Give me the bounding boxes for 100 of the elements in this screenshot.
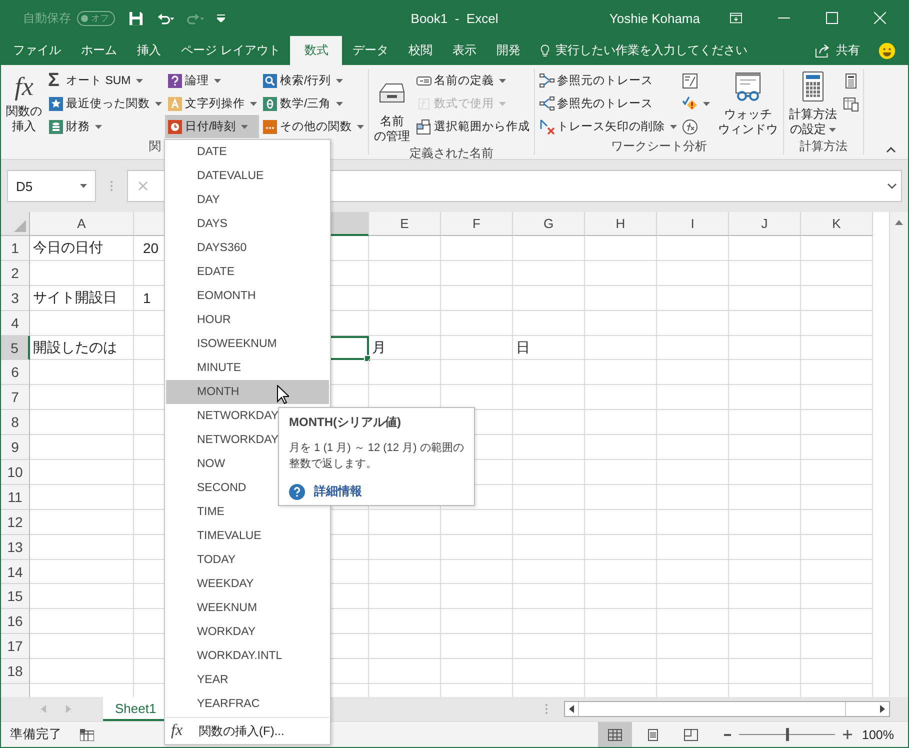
ribbon-button[interactable]: 数学/三角 xyxy=(260,92,366,115)
row-header[interactable]: 10 xyxy=(1,460,30,485)
menu-item[interactable]: EOMONTH xyxy=(165,284,330,308)
ribbon-button[interactable]: トレース矢印の削除 xyxy=(537,115,679,138)
row-header[interactable]: 17 xyxy=(1,634,30,660)
ribbon-tab[interactable]: 挿入 xyxy=(127,36,171,65)
ribbon-large-button[interactable]: ウォッチ ウィンドウ xyxy=(715,69,781,138)
ribbon-tab[interactable]: 開発 xyxy=(486,36,530,65)
ribbon-button[interactable]: 名前の定義 xyxy=(414,69,532,92)
row-header[interactable]: 6 xyxy=(1,360,30,386)
view-button[interactable] xyxy=(598,722,632,747)
grid-cell[interactable]: 今日の日付 xyxy=(30,236,134,261)
name-box[interactable]: D5 xyxy=(7,170,96,202)
ribbon-button[interactable]: 参照元のトレース xyxy=(537,69,679,92)
ribbon-tab[interactable]: データ xyxy=(342,36,398,65)
ribbon-tab[interactable]: ページ レイアウト xyxy=(171,36,290,65)
menu-item[interactable]: DAYS360 xyxy=(165,236,330,260)
ribbon-button[interactable]: その他の関数 xyxy=(260,115,366,138)
grid-cell[interactable]: 日 xyxy=(513,336,585,360)
menu-item[interactable]: MONTH xyxy=(166,380,329,404)
vertical-scrollbar[interactable] xyxy=(889,212,908,697)
menu-item[interactable]: YEAR xyxy=(165,668,330,692)
row-header[interactable]: 13 xyxy=(1,534,30,560)
grid-cell[interactable]: サイト開設日 xyxy=(30,286,134,311)
ribbon-button[interactable]: 論理 xyxy=(165,69,259,92)
expand-caret-icon[interactable] xyxy=(887,183,897,189)
ribbon-button[interactable]: Σ オート SUM xyxy=(46,69,164,92)
scroll-left-icon[interactable] xyxy=(569,705,574,713)
grid-cell[interactable]: 月 xyxy=(369,336,441,360)
undo-icon[interactable] xyxy=(157,10,175,26)
row-header[interactable]: 11 xyxy=(1,484,30,510)
macro-record-icon[interactable] xyxy=(80,728,94,740)
row-header[interactable]: 1 xyxy=(1,236,30,261)
ribbon-button[interactable]: 文字列操作 xyxy=(165,92,259,115)
close-icon[interactable] xyxy=(874,12,886,24)
menu-item[interactable]: WORKDAY xyxy=(165,620,330,644)
row-header[interactable]: 8 xyxy=(1,410,30,436)
row-header[interactable]: 7 xyxy=(1,385,30,410)
ribbon-tab[interactable]: 校閲 xyxy=(398,36,442,65)
menu-item[interactable]: EDATE xyxy=(165,260,330,284)
grid-cell[interactable]: 開設したのは xyxy=(30,336,134,360)
column-header[interactable]: J xyxy=(729,212,801,236)
collapse-ribbon-icon[interactable] xyxy=(886,147,896,153)
column-header[interactable]: I xyxy=(657,212,729,236)
menu-item[interactable]: MINUTE xyxy=(165,356,330,380)
menu-item[interactable]: YEARFRAC xyxy=(165,692,330,716)
maximize-icon[interactable] xyxy=(826,12,838,24)
ribbon-tab[interactable]: ファイル xyxy=(3,36,71,65)
column-header[interactable]: F xyxy=(441,212,513,236)
sheet-tab[interactable]: Sheet1 xyxy=(103,697,164,721)
zoom-slider-thumb[interactable] xyxy=(786,728,790,741)
menu-item[interactable]: WEEKDAY xyxy=(165,572,330,596)
ribbon-button[interactable]: 参照先のトレース xyxy=(537,92,679,115)
menu-item[interactable]: TIME xyxy=(165,500,330,524)
row-header[interactable]: 9 xyxy=(1,435,30,460)
more-info-link[interactable]: 詳細情報 xyxy=(314,483,362,500)
scroll-up-icon[interactable] xyxy=(895,220,903,225)
row-header[interactable]: 14 xyxy=(1,560,30,584)
cancel-icon[interactable] xyxy=(138,181,148,191)
ribbon-large-button[interactable]: fx 関数の 挿入 xyxy=(3,69,45,138)
row-header[interactable]: 16 xyxy=(1,609,30,634)
splitter-icon[interactable] xyxy=(545,703,548,715)
row-header[interactable]: 18 xyxy=(1,659,30,684)
scroll-right-icon[interactable] xyxy=(880,705,885,713)
menu-item[interactable]: WEEKNUM xyxy=(165,596,330,620)
row-header[interactable]: 4 xyxy=(1,310,30,336)
ribbon-tab[interactable]: 表示 xyxy=(442,36,486,65)
menu-item[interactable]: ISOWEEKNUM xyxy=(165,332,330,356)
menu-item[interactable]: WORKDAY.INTL xyxy=(165,644,330,668)
share-button[interactable]: 共有 xyxy=(815,36,860,65)
row-header[interactable]: 12 xyxy=(1,510,30,535)
select-all-button[interactable] xyxy=(1,212,30,236)
row-header[interactable]: 5 xyxy=(1,336,30,360)
menu-item[interactable]: DAY xyxy=(165,188,330,212)
horizontal-scrollbar[interactable] xyxy=(564,701,890,717)
menu-item[interactable]: TIMEVALUE xyxy=(165,524,330,548)
menu-item[interactable]: DATEVALUE xyxy=(165,164,330,188)
ribbon-display-icon[interactable] xyxy=(730,12,742,24)
column-header[interactable]: H xyxy=(585,212,657,236)
smiley-icon[interactable] xyxy=(878,42,896,60)
column-header[interactable]: G xyxy=(513,212,585,236)
menu-item[interactable]: DATE xyxy=(165,140,330,164)
ribbon-tab[interactable]: ホーム xyxy=(71,36,127,65)
column-header[interactable]: K xyxy=(801,212,873,236)
ribbon-button[interactable]: 最近使った関数 xyxy=(46,92,164,115)
menu-item[interactable]: TODAY xyxy=(165,548,330,572)
ribbon-button[interactable]: 日付/時刻 xyxy=(165,115,259,138)
ribbon-large-button[interactable]: 名前 の管理 xyxy=(371,69,413,145)
menu-item[interactable]: HOUR xyxy=(165,308,330,332)
column-header[interactable]: E xyxy=(369,212,441,236)
customize-caret-icon[interactable] xyxy=(217,14,225,22)
menu-item[interactable]: DAYS xyxy=(165,212,330,236)
row-header[interactable]: 2 xyxy=(1,260,30,286)
save-icon[interactable] xyxy=(127,10,145,26)
ribbon-button[interactable]: 選択範囲から作成 xyxy=(414,115,532,138)
column-header[interactable]: A xyxy=(30,212,134,236)
next-sheet-icon[interactable] xyxy=(66,705,71,713)
tell-me-field[interactable]: 実行したい作業を入力してください xyxy=(555,42,748,59)
menu-item[interactable]: 関数の挿入(F)... xyxy=(199,722,284,740)
ribbon-button[interactable]: 検索/行列 xyxy=(260,69,366,92)
